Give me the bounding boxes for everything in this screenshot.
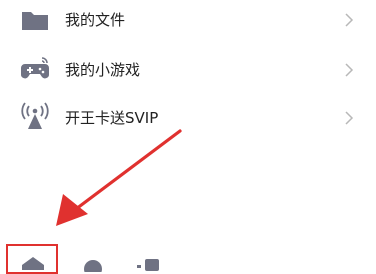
gamepad-icon: [20, 57, 50, 79]
menu-item-my-mini-games[interactable]: 我的小游戏: [0, 46, 376, 94]
chevron-right-icon: [345, 111, 354, 125]
menu-item-label: 开王卡送SVIP: [65, 109, 159, 127]
folder-icon: [22, 12, 48, 30]
apps-icon[interactable]: [135, 257, 165, 271]
menu-item-wangka-svip[interactable]: 开王卡送SVIP: [0, 94, 376, 142]
chevron-right-icon: [345, 63, 354, 77]
profile-icon[interactable]: [82, 258, 104, 272]
menu-item-label: 我的文件: [65, 11, 126, 29]
menu-item-my-files[interactable]: 我的文件: [0, 0, 376, 44]
chevron-right-icon: [345, 13, 354, 27]
menu-item-label: 我的小游戏: [65, 61, 141, 79]
signal-tower-icon: [21, 102, 49, 129]
home-icon[interactable]: [20, 256, 46, 270]
